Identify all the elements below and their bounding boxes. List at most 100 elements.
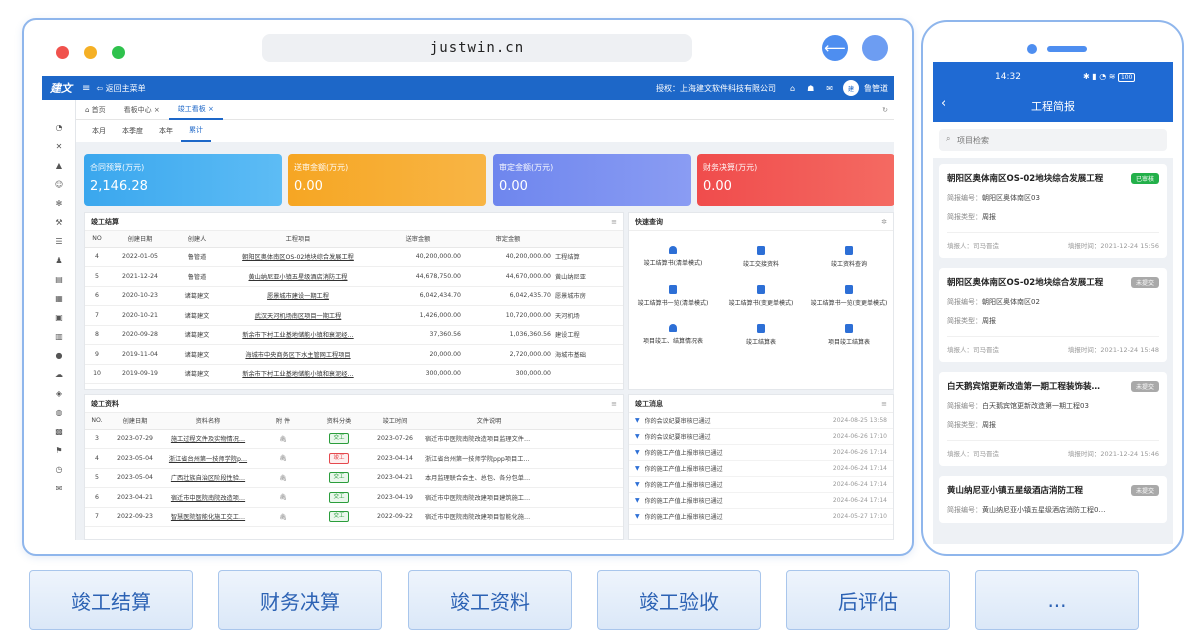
panel-menu-icon[interactable]: ≡ [611,400,617,408]
hamburger-icon[interactable]: ≡ [82,83,90,94]
quick-item[interactable]: 竣工资料查询 [805,237,893,276]
col-header[interactable]: 工程项目 [223,231,373,248]
quick-item[interactable]: 竣工交接资料 [717,237,805,276]
sidebar-file-icon[interactable]: ▦ [42,289,76,308]
table-row[interactable]: 4 2023-05-04 浙江省台州第一技师学院p… 🖇 竣工 2023-04-14 浙江省… [85,448,623,469]
chat-icon[interactable]: ✉ [826,84,833,93]
table-row[interactable]: 3 2023-07-29 施工过程文件及实物情况… 🖇 交工 2023-07-26 宿迁市中… [85,429,623,449]
table-row[interactable]: 10 2019-09-19 诸葛建文 新余市下村工业基地储能小镇和衰泥经… 300,00… [85,364,623,384]
cell-project[interactable]: 朝阳区奥体南区OS-02地块综合发展工程 [223,247,373,267]
sidebar-chart-icon[interactable]: ▲ [42,156,76,175]
sidebar-shield-icon[interactable]: ◈ [42,384,76,403]
btn-more[interactable]: ... [975,570,1139,630]
settings-icon[interactable]: ✲ [881,218,887,226]
quick-item[interactable]: 竣工结算表 [717,315,805,354]
quick-item[interactable]: 项目竣工、结算情况表 [629,315,717,354]
cell-name[interactable]: 广西壮族自治区阶段性验… [161,468,255,488]
sidebar-drop-icon[interactable]: ● [42,346,76,365]
quick-item[interactable]: 项目竣工结算表 [805,315,893,354]
col-header[interactable]: 创建日期 [109,413,161,430]
quick-item[interactable]: 竣工结算书一览(变更单模式) [805,276,893,315]
cell-project[interactable]: 海城市中央商务区下水主管网工程项目 [223,344,373,365]
sidebar-gear-icon[interactable]: ✻ [42,194,76,213]
address-bar[interactable]: justwin.cn [262,34,692,62]
tab-completion-board[interactable]: 竣工看板 × [168,100,223,120]
period-month[interactable]: 本月 [84,120,114,142]
cell-project[interactable]: 新余市下村工业基地储能小镇和衰泥经… [223,325,373,345]
table-row[interactable]: 7 2020-10-21 诸葛建文 武汉天河机场南区项目一期工程 1,426,000.0… [85,305,623,326]
message-item[interactable]: ▼ 你的会议纪要审核已通过 2024-06-26 17:10 [629,429,893,445]
panel-menu-icon[interactable]: ≡ [881,400,887,408]
table-row[interactable]: 8 2020-09-28 诸葛建文 新余市下村工业基地储能小镇和衰泥经… 37,360.… [85,325,623,345]
col-header[interactable]: 资料分类 [311,413,367,430]
cell-name[interactable]: 宿迁市中医院南院改造项… [161,487,255,508]
tab-home[interactable]: ⌂ 首页 [76,100,115,120]
btn-documents[interactable]: 竣工资料 [408,570,572,630]
back-to-menu-link[interactable]: ⇦ 返回主菜单 [96,83,145,94]
col-header[interactable]: 附 件 [255,413,311,430]
cell-project[interactable]: 新余市下村工业基地储能小镇和衰泥经… [223,364,373,384]
panel-menu-icon[interactable]: ≡ [611,218,617,226]
attachment-icon[interactable]: 🖇 [255,507,311,527]
col-header[interactable]: 竣工时间 [367,413,423,430]
sidebar-grid-icon[interactable]: ▥ [42,327,76,346]
btn-financial[interactable]: 财务决算 [218,570,382,630]
message-item[interactable]: ▼ 你的施工产值上报审核已通过 2024-05-27 17:10 [629,509,893,525]
user-name[interactable]: 鲁管道 [864,83,888,94]
sidebar-table-icon[interactable]: ▣ [42,308,76,327]
btn-acceptance[interactable]: 竣工验收 [597,570,761,630]
table-row[interactable]: 9 2019-11-04 诸葛建文 海城市中央商务区下水主管网工程项目 20,000.0… [85,344,623,365]
col-header[interactable]: 创建人 [171,231,223,248]
table-row[interactable]: 6 2023-04-21 宿迁市中医院南院改造项… 🖇 交工 2023-04-19 宿迁市中… [85,487,623,508]
maximize-dot-icon[interactable] [112,46,125,59]
close-dot-icon[interactable] [56,46,69,59]
col-header[interactable]: 送审金额 [373,231,463,248]
attachment-icon[interactable]: 🖇 [255,429,311,449]
table-row[interactable]: 4 2022-01-05 鲁管道 朝阳区奥体南区OS-02地块综合发展工程 40,200… [85,247,623,267]
quick-item[interactable]: 竣工结算书(清单模式) [629,237,717,276]
quick-item[interactable]: 竣工结算书(变更单模式) [717,276,805,315]
cell-name[interactable]: 施工过程文件及实物情况… [161,429,255,449]
cell-name[interactable]: 浙江省台州第一技师学院p… [161,448,255,469]
table-row[interactable]: 5 2023-05-04 广西壮族自治区阶段性验… 🖇 交工 2023-04-21 本月监理… [85,468,623,488]
tab-dashboard-center[interactable]: 看板中心 × [115,100,169,120]
search-input[interactable] [939,129,1167,151]
table-row[interactable]: 7 2022-09-23 智慧医院智能化施工交工… 🖇 交工 2022-09-22 宿迁市中… [85,507,623,527]
org-chart-icon[interactable]: ☗ [807,84,814,93]
period-cumulative[interactable]: 累计 [181,120,211,142]
sidebar-doc-icon[interactable]: ▤ [42,270,76,289]
table-row[interactable]: 5 2021-12-24 鲁管道 黄山纳尼亚小镇五星级酒店消防工程 44,678,750… [85,266,623,287]
avatar[interactable]: 建 [843,80,859,96]
sidebar-calendar-icon[interactable]: ▩ [42,422,76,441]
profile-circle-icon[interactable] [862,35,888,61]
message-item[interactable]: ▼ 你的施工产值上报审核已通过 2024-06-24 17:14 [629,493,893,509]
attachment-icon[interactable]: 🖇 [255,487,311,508]
table-row[interactable]: 6 2020-10-23 诸葛建文 愿景城市建设一期工程 6,042,434.70 6,0… [85,286,623,306]
cell-name[interactable]: 智慧医院智能化施工交工… [161,507,255,527]
col-header[interactable]: 创建日期 [109,231,171,248]
home-icon[interactable]: ⌂ [790,84,795,93]
btn-settlement[interactable]: 竣工结算 [29,570,193,630]
report-card[interactable]: 朝阳区奥体南区OS-02地块综合发展工程 未提交 简报编号：朝阳区奥体南区02 简报类… [939,268,1167,362]
message-item[interactable]: ▼ 你的会议纪要审核已通过 2024-08-25 13:58 [629,413,893,429]
sidebar-tools-icon[interactable]: ✕ [42,137,76,156]
sidebar-flag-icon[interactable]: ⚑ [42,441,76,460]
col-header[interactable]: 资料名称 [161,413,255,430]
message-item[interactable]: ▼ 你的施工产值上报审核已通过 2024-06-24 17:14 [629,477,893,493]
col-header[interactable]: 文件说明 [423,413,555,430]
sidebar-user-icon[interactable]: ☺ [42,175,76,194]
sidebar-list-icon[interactable]: ☰ [42,232,76,251]
cell-project[interactable]: 黄山纳尼亚小镇五星级酒店消防工程 [223,266,373,287]
col-header[interactable]: 审定金额 [463,231,553,248]
sidebar-globe-icon[interactable]: ◍ [42,403,76,422]
message-item[interactable]: ▼ 你的施工产值上报审核已通过 2024-06-24 17:14 [629,461,893,477]
quick-item[interactable]: 竣工结算书一览(清单模式) [629,276,717,315]
sidebar-clock-icon[interactable]: ◷ [42,460,76,479]
message-item[interactable]: ▼ 你的施工产值上报审核已通过 2024-06-26 17:14 [629,445,893,461]
sidebar-mail-icon[interactable]: ✉ [42,479,76,498]
btn-post-evaluation[interactable]: 后评估 [786,570,950,630]
attachment-icon[interactable]: 🖇 [255,448,311,469]
report-card[interactable]: 白天鹅宾馆更新改造第一期工程装饰装… 未提交 简报编号：白天鹅宾馆更新改造第一期工程… [939,372,1167,466]
cell-project[interactable]: 武汉天河机场南区项目一期工程 [223,305,373,326]
cell-project[interactable]: 愿景城市建设一期工程 [223,286,373,306]
